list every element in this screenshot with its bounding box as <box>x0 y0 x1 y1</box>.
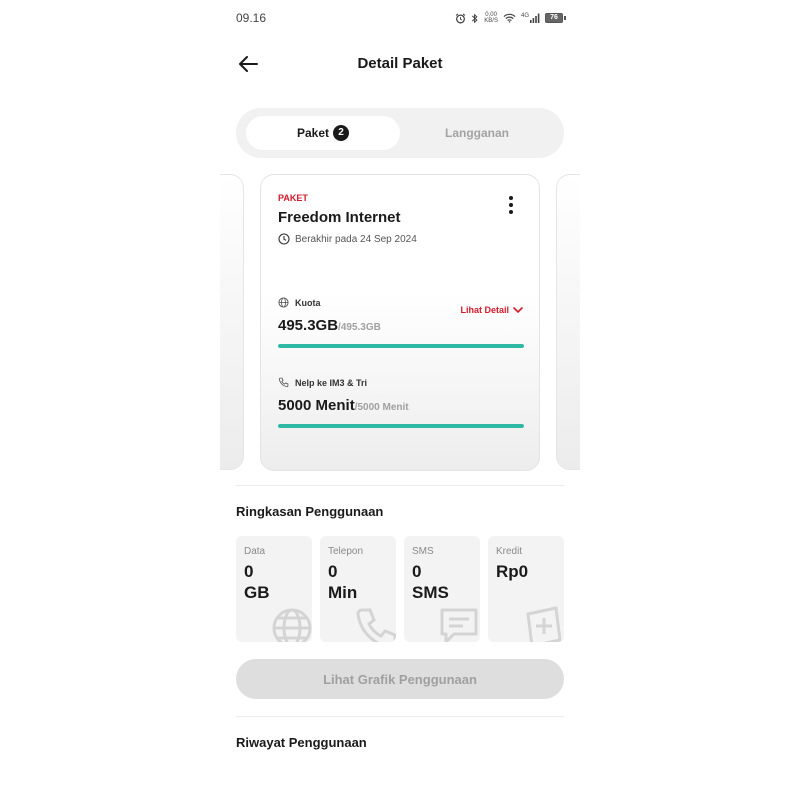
globe-icon <box>272 608 312 642</box>
message-icon <box>440 608 478 642</box>
summary-card-kredit[interactable]: Kredit Rp0 <box>488 536 564 642</box>
next-package-card[interactable] <box>556 174 580 470</box>
status-time: 09.16 <box>236 11 267 25</box>
usage-summary-title: Ringkasan Penggunaan <box>236 504 384 519</box>
previous-package-card[interactable] <box>220 174 244 470</box>
more-vertical-icon <box>509 196 513 200</box>
network-type: 4G <box>520 13 529 19</box>
expiry-text: Berakhir pada 24 Sep 2024 <box>295 233 417 245</box>
quota-label: Kuota <box>278 297 524 308</box>
wifi-icon <box>503 13 516 23</box>
clock-icon <box>278 233 290 245</box>
quota-label: Nelp ke IM3 & Tri <box>278 377 524 388</box>
tab-paket[interactable]: Paket 2 <box>246 116 400 150</box>
status-bar: 09.16 0,00 KB/S 4G 76 <box>236 8 566 28</box>
phone-screen: 09.16 0,00 KB/S 4G 76 Detail Paket Paket… <box>220 0 580 800</box>
package-name: Freedom Internet <box>278 209 401 226</box>
summary-card-sms[interactable]: SMS 0 SMS <box>404 536 480 642</box>
phone-icon <box>356 608 396 642</box>
status-icons: 0,00 KB/S 4G 76 <box>455 12 566 24</box>
section-divider <box>236 485 564 486</box>
quota-remaining: 495.3GB/495.3GB <box>278 317 381 334</box>
package-expiry: Berakhir pada 24 Sep 2024 <box>278 233 417 245</box>
data-quota: Kuota 495.3GB/495.3GB <box>278 297 524 348</box>
summary-card-telepon[interactable]: Telepon 0 Min <box>320 536 396 642</box>
summary-card-data[interactable]: Data 0 GB <box>236 536 312 642</box>
tab-count-badge: 2 <box>333 125 350 141</box>
call-quota: Nelp ke IM3 & Tri 5000 Menit/5000 Menit <box>278 377 524 428</box>
tab-label: Langganan <box>444 126 509 140</box>
globe-icon <box>278 297 289 308</box>
bluetooth-icon <box>472 13 478 23</box>
package-type-label: PAKET <box>278 193 308 203</box>
battery-icon: 76 <box>545 13 563 23</box>
tab-langganan[interactable]: Langganan <box>400 116 554 150</box>
tab-label: Paket <box>296 126 330 140</box>
package-card: PAKET Freedom Internet Berakhir pada 24 … <box>260 174 540 471</box>
tab-bar: Paket 2 Langganan <box>236 108 564 158</box>
more-options-button[interactable] <box>505 195 517 215</box>
battery-indicator: 76 <box>545 13 566 23</box>
net-speed: 0,00 KB/S <box>484 12 498 24</box>
quota-total: /5000 Menit <box>354 402 409 413</box>
quota-progress-bar <box>278 424 524 428</box>
signal-icon <box>530 13 540 23</box>
view-usage-graph-button[interactable]: Lihat Grafik Penggunaan <box>236 659 564 699</box>
page-title: Detail Paket <box>357 55 443 72</box>
quota-total: /495.3GB <box>338 322 381 333</box>
phone-icon <box>278 377 289 388</box>
quota-progress-bar <box>278 344 524 348</box>
credit-icon <box>526 606 562 642</box>
signal-indicator: 4G <box>521 13 540 23</box>
quota-remaining: 5000 Menit/5000 Menit <box>278 397 409 414</box>
usage-history-title: Riwayat Penggunaan <box>236 735 367 750</box>
usage-summary-cards: Data 0 GB Telepon 0 Min SMS 0 SMS Kredit Rp… <box>236 536 580 642</box>
quota-progress-fill <box>278 424 524 428</box>
header: Detail Paket <box>220 48 580 80</box>
quota-progress-fill <box>278 344 524 348</box>
section-divider <box>236 716 564 717</box>
alarm-icon <box>456 12 466 23</box>
